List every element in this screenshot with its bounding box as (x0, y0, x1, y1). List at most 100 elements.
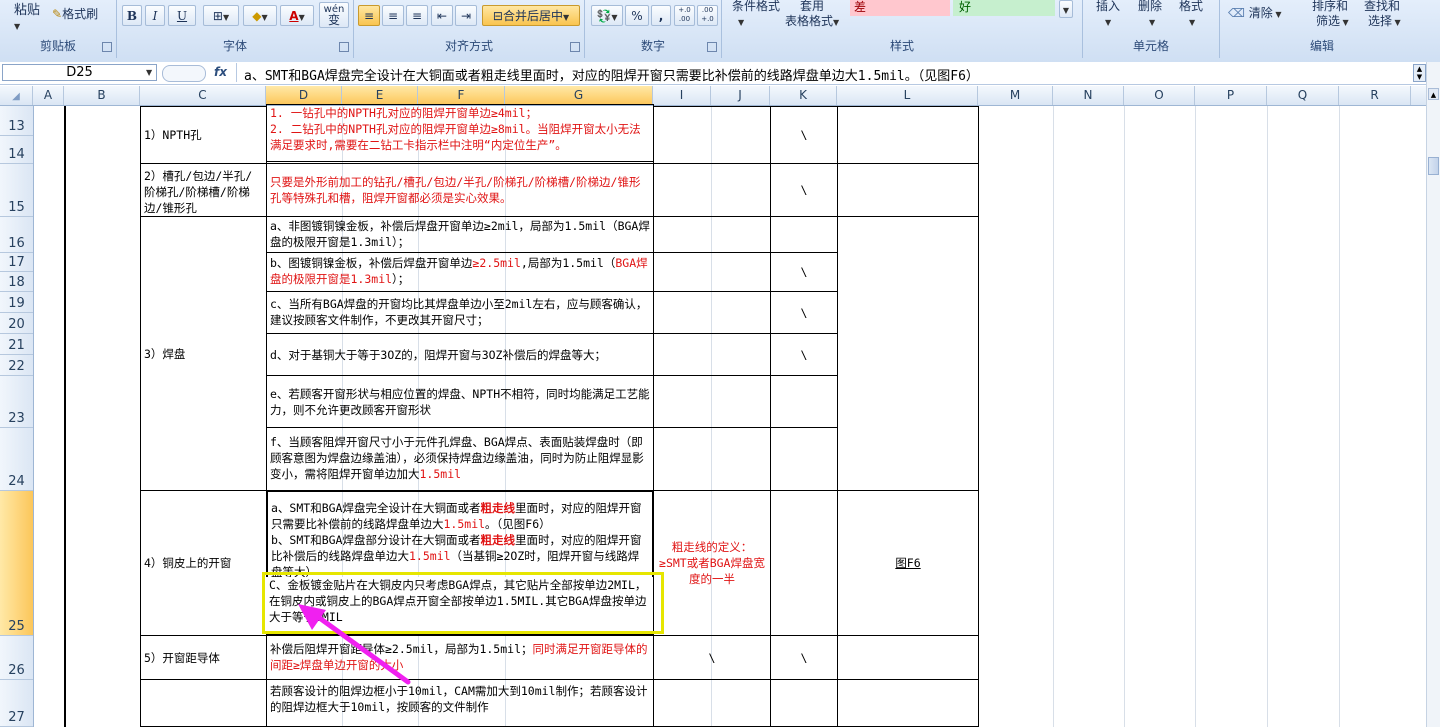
format-dropdown-icon[interactable]: ▼ (1189, 14, 1195, 28)
align-left-button[interactable]: ≡ (358, 5, 380, 26)
column-header-f[interactable]: F (418, 86, 505, 105)
column-header-l[interactable]: L (837, 86, 978, 105)
column-header-d[interactable]: D (266, 86, 342, 105)
outdent-icon: ⇤ (436, 9, 448, 23)
delete-button[interactable]: 删除 (1138, 0, 1162, 14)
column-header-e[interactable]: E (342, 86, 418, 105)
scroll-thumb[interactable] (1428, 157, 1439, 175)
fill-bucket-icon: ◆ (252, 9, 262, 23)
italic-button[interactable]: I (145, 5, 165, 26)
alignment-group-label: 对齐方式 (444, 39, 493, 53)
increase-decimal-button[interactable]: +.0 .00 (674, 5, 695, 26)
row-header-20[interactable]: 20 (0, 313, 33, 334)
row-header-16[interactable]: 16 (0, 217, 33, 253)
conditional-format-button[interactable]: 条件格式 (732, 0, 780, 14)
row-header-15[interactable]: 15 (0, 164, 33, 217)
underline-button[interactable]: U (168, 5, 196, 26)
insert-function-icon[interactable]: fx (214, 65, 227, 79)
insert-dropdown-icon[interactable]: ▼ (1105, 14, 1111, 28)
borders-button[interactable]: ⊞▼ (203, 5, 239, 26)
bold-button[interactable]: B (122, 5, 142, 26)
name-box[interactable]: D25 (2, 64, 157, 81)
styles-group-label: 样式 (889, 39, 914, 53)
column-header-p[interactable]: P (1195, 86, 1267, 105)
row-header-24[interactable]: 24 (0, 428, 33, 491)
column-header-i[interactable]: I (653, 86, 711, 105)
gridline (64, 106, 65, 727)
delete-dropdown-icon[interactable]: ▼ (1149, 14, 1155, 28)
column-header-m[interactable]: M (978, 86, 1053, 105)
font-color-button[interactable]: A▼ (280, 5, 314, 26)
paste-dropdown-icon[interactable]: ▼ (14, 18, 20, 32)
column-header-r[interactable]: R (1339, 86, 1411, 105)
font-group: B I U ⊞▼ ◆▼ A▼ wén 变 字体 (117, 0, 354, 58)
clipboard-group-label: 剪贴板 (39, 39, 76, 53)
clipboard-launcher-icon[interactable] (102, 42, 112, 52)
align-right-button[interactable]: ≡ (406, 5, 428, 26)
column-header-o[interactable]: O (1124, 86, 1195, 105)
align-center-icon: ≡ (387, 9, 399, 23)
font-launcher-icon[interactable] (339, 42, 349, 52)
column-header-j[interactable]: J (711, 86, 770, 105)
column-header-k[interactable]: K (770, 86, 837, 105)
alignment-launcher-icon[interactable] (570, 42, 580, 52)
style-good-swatch[interactable]: 好 (953, 0, 1055, 16)
name-box-dropdown-icon[interactable]: ▼ (146, 68, 152, 77)
row-header-13[interactable]: 13 (0, 106, 33, 136)
table-format-button[interactable]: 表格格式▼ (785, 12, 839, 29)
conditional-format-dropdown-icon[interactable]: ▼ (738, 14, 744, 28)
phonetic-button[interactable]: wén 变 (319, 2, 349, 28)
brush-icon: ✎ (52, 7, 63, 21)
format-painter-button[interactable]: ✎格式刷 (52, 5, 98, 22)
decrease-indent-button[interactable]: ⇤ (431, 5, 453, 26)
percent-button[interactable]: % (625, 5, 649, 26)
fill-color-button[interactable]: ◆▼ (243, 5, 277, 26)
formula-input[interactable]: a、SMT和BGA焊盘完全设计在大铜面或者粗走线里面时，对应的阻焊开窗只需要比补… (244, 65, 979, 84)
increase-indent-button[interactable]: ⇥ (455, 5, 477, 26)
vertical-scrollbar[interactable]: ▲ (1426, 62, 1440, 727)
style-bad-swatch[interactable]: 差 (850, 0, 950, 16)
format-button[interactable]: 格式 (1179, 0, 1203, 14)
select-all-corner[interactable]: ◢ (0, 86, 33, 105)
clear-button[interactable]: ⌫ 清除 ▼ (1228, 4, 1282, 21)
row-header-25[interactable]: 25 (0, 491, 33, 636)
row-header-22[interactable]: 22 (0, 355, 33, 376)
column-header-c[interactable]: C (140, 86, 266, 105)
alignment-group: ≡ ≡ ≡ ⇤ ⇥ ⊟合并后居中▼ 对齐方式 (354, 0, 585, 58)
decrease-decimal-button[interactable]: .00 +.0 (697, 5, 718, 26)
row-header-23[interactable]: 23 (0, 376, 33, 428)
row-header-17[interactable]: 17 (0, 253, 33, 272)
column-header-b[interactable]: B (64, 86, 140, 105)
insert-button[interactable]: 插入 (1096, 0, 1120, 14)
row-header-27[interactable]: 27 (0, 680, 33, 727)
paste-button[interactable]: 粘贴 (14, 0, 40, 18)
number-launcher-icon[interactable] (707, 42, 717, 52)
merge-icon: ⊟ (492, 9, 503, 23)
gridline (770, 106, 771, 727)
gridline (837, 106, 838, 727)
row-header-14[interactable]: 14 (0, 136, 33, 164)
row-header-26[interactable]: 26 (0, 636, 33, 680)
column-header-q[interactable]: Q (1267, 86, 1339, 105)
number-group: 💱▼ % , +.0 .00 .00 +.0 数字 (585, 0, 722, 58)
row-header-21[interactable]: 21 (0, 334, 33, 355)
gridline (505, 106, 506, 727)
expand-formula-icon[interactable]: ▲ ▼ (1413, 64, 1426, 82)
merge-center-button[interactable]: ⊟合并后居中▼ (482, 5, 580, 26)
gridline (1124, 106, 1125, 727)
formula-resize-handle[interactable] (162, 65, 206, 82)
phonetic-char: 变 (327, 13, 340, 27)
scroll-up-icon[interactable]: ▲ (1428, 88, 1439, 100)
row-header-19[interactable]: 19 (0, 292, 33, 313)
align-center-button[interactable]: ≡ (382, 5, 404, 26)
accounting-format-button[interactable]: 💱▼ (591, 5, 623, 26)
worksheet-grid[interactable] (34, 106, 1426, 727)
formula-divider (236, 63, 237, 82)
column-header-a[interactable]: A (33, 86, 64, 105)
row-header-18[interactable]: 18 (0, 272, 33, 292)
styles-more-button[interactable]: ▼ (1059, 0, 1073, 18)
comma-button[interactable]: , (651, 5, 671, 26)
column-header-n[interactable]: N (1053, 86, 1124, 105)
gridline (418, 106, 419, 727)
column-header-g[interactable]: G (505, 86, 653, 105)
